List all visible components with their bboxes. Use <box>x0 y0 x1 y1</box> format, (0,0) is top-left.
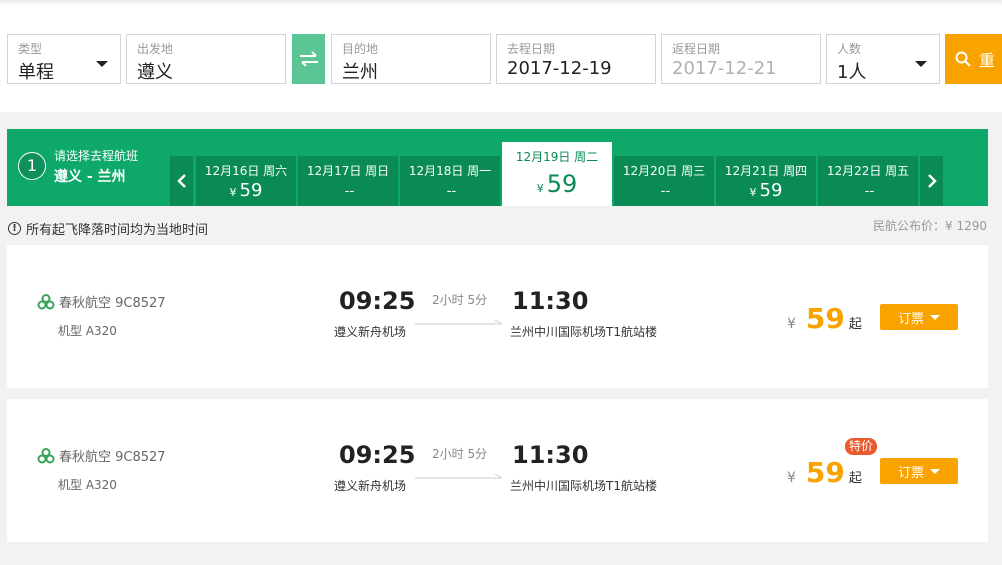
origin-value: 遵义 <box>137 62 173 83</box>
date-tab-price: -- <box>344 184 355 199</box>
chevron-down-icon <box>915 61 927 67</box>
flight-price: ¥59 起 <box>787 302 862 335</box>
date-tab-date: 12月20日 周三 <box>622 164 706 178</box>
return-date-value: 2017-12-21 <box>672 58 777 79</box>
date-tab-1222[interactable]: 12月22日 周五 -- <box>818 156 918 206</box>
route-arrow-icon <box>415 320 503 325</box>
return-date-field[interactable]: 返程日期 2017-12-21 <box>661 34 821 84</box>
destination-field[interactable]: 目的地 兰州 <box>331 34 491 84</box>
date-tab-price: ¥59 <box>229 180 263 201</box>
date-tab-1216[interactable]: 12月16日 周六 ¥59 <box>196 156 296 206</box>
flight-price: ¥59 起 <box>787 456 862 489</box>
price-value: 59 <box>805 302 845 335</box>
currency-symbol: ¥ <box>787 316 796 332</box>
book-button-label: 订票 <box>897 465 924 481</box>
date-tab-date: 12月22日 周五 <box>826 164 910 178</box>
flight-duration: 2小时 5分 <box>432 293 488 307</box>
arrival-airport: 兰州中川国际机场T1航站楼 <box>510 325 657 339</box>
step-number: 1 <box>18 152 46 180</box>
published-price: 民航公布价：¥ 1290 <box>873 219 987 233</box>
currency-symbol: ¥ <box>787 470 796 486</box>
date-tab-1217[interactable]: 12月17日 周日 -- <box>298 156 398 206</box>
date-tab-date: 12月18日 周一 <box>408 164 492 178</box>
price-value: 59 <box>805 456 845 489</box>
departure-time: 09:25 <box>339 287 416 315</box>
date-tab-1218[interactable]: 12月18日 周一 -- <box>400 156 500 206</box>
special-offer-badge: 特价 <box>845 438 878 455</box>
date-tab-date: 12月21日 周四 <box>724 164 808 178</box>
date-tab-date: 12月17日 周日 <box>306 164 390 178</box>
date-tab-1219[interactable]: 12月19日 周二 ¥59 <box>502 142 612 206</box>
chevron-down-icon <box>930 314 940 320</box>
step-title: 请选择去程航班 <box>54 149 139 163</box>
airline: 春秋航空 9C8527 <box>37 292 166 311</box>
timezone-notice: ! 所有起飞降落时间均为当地时间 <box>8 219 208 238</box>
price-suffix: 起 <box>848 317 862 332</box>
destination-label: 目的地 <box>342 42 379 56</box>
top-shadow <box>0 0 1002 6</box>
airline: 春秋航空 9C8527 <box>37 446 166 465</box>
flight-duration: 2小时 5分 <box>432 447 488 461</box>
book-button-label: 订票 <box>897 311 924 327</box>
swap-button[interactable] <box>292 34 325 84</box>
flight-card: 春秋航空 9C8527 机型 A320 09:25 遵义新舟机场 2小时 5分 … <box>7 245 988 388</box>
price-suffix: 起 <box>848 471 862 486</box>
step-route: 遵义 - 兰州 <box>54 169 126 185</box>
book-button[interactable]: 订票 <box>880 304 958 330</box>
passengers-value: 1人 <box>837 62 867 83</box>
date-tab-date: 12月19日 周二 <box>515 150 599 164</box>
info-icon: ! <box>8 222 21 235</box>
search-icon <box>955 51 971 67</box>
date-tab-price: -- <box>446 184 457 199</box>
passengers-select[interactable]: 人数 1人 <box>826 34 940 84</box>
flight-card: 春秋航空 9C8527 机型 A320 09:25 遵义新舟机场 2小时 5分 … <box>7 399 988 542</box>
trip-type-select[interactable]: 类型 单程 <box>7 34 121 84</box>
date-tab-1220[interactable]: 12月20日 周三 -- <box>614 156 714 206</box>
chevron-down-icon <box>930 468 940 474</box>
passengers-label: 人数 <box>837 42 862 56</box>
chevron-right-icon <box>927 174 937 188</box>
spring-airlines-logo-icon <box>37 293 55 309</box>
date-tab-price: ¥59 <box>749 180 783 201</box>
departure-airport: 遵义新舟机场 <box>334 479 407 493</box>
next-dates-button[interactable] <box>920 156 943 206</box>
origin-field[interactable]: 出发地 遵义 <box>126 34 286 84</box>
depart-date-value: 2017-12-19 <box>507 58 612 79</box>
timezone-notice-text: 所有起飞降落时间均为当地时间 <box>26 223 209 238</box>
date-tab-price: -- <box>864 184 875 199</box>
depart-date-label: 去程日期 <box>507 42 556 56</box>
chevron-down-icon <box>96 61 108 67</box>
departure-time: 09:25 <box>339 441 416 469</box>
chevron-left-icon <box>176 174 186 188</box>
route-arrow-icon <box>415 474 503 479</box>
date-tab-price: ¥59 <box>536 170 578 198</box>
search-button[interactable]: 重 <box>945 34 1002 84</box>
date-tab-1221[interactable]: 12月21日 周四 ¥59 <box>716 156 816 206</box>
destination-value: 兰州 <box>342 62 378 83</box>
aircraft-model: 机型 A320 <box>58 478 117 492</box>
origin-label: 出发地 <box>137 42 174 56</box>
arrival-airport: 兰州中川国际机场T1航站楼 <box>510 479 657 493</box>
date-tab-date: 12月16日 周六 <box>204 164 288 178</box>
spring-airlines-logo-icon <box>37 447 55 463</box>
search-button-label: 重 <box>979 51 996 70</box>
depart-date-field[interactable]: 去程日期 2017-12-19 <box>496 34 656 84</box>
airline-flight-number: 春秋航空 9C8527 <box>59 450 166 465</box>
trip-type-label: 类型 <box>18 42 43 56</box>
date-tab-price: -- <box>660 184 671 199</box>
aircraft-model: 机型 A320 <box>58 324 117 338</box>
search-bar: 类型 单程 出发地 遵义 目的地 兰州 去程日期 2017-12-19 返程日期… <box>0 0 1002 112</box>
departure-airport: 遵义新舟机场 <box>334 325 407 339</box>
airline-flight-number: 春秋航空 9C8527 <box>59 296 166 311</box>
book-button[interactable]: 订票 <box>880 458 958 484</box>
trip-type-value: 单程 <box>18 62 54 83</box>
prev-dates-button[interactable] <box>170 156 193 206</box>
arrival-time: 11:30 <box>512 441 589 469</box>
arrival-time: 11:30 <box>512 287 589 315</box>
swap-icon <box>299 51 318 67</box>
return-date-label: 返程日期 <box>672 42 721 56</box>
